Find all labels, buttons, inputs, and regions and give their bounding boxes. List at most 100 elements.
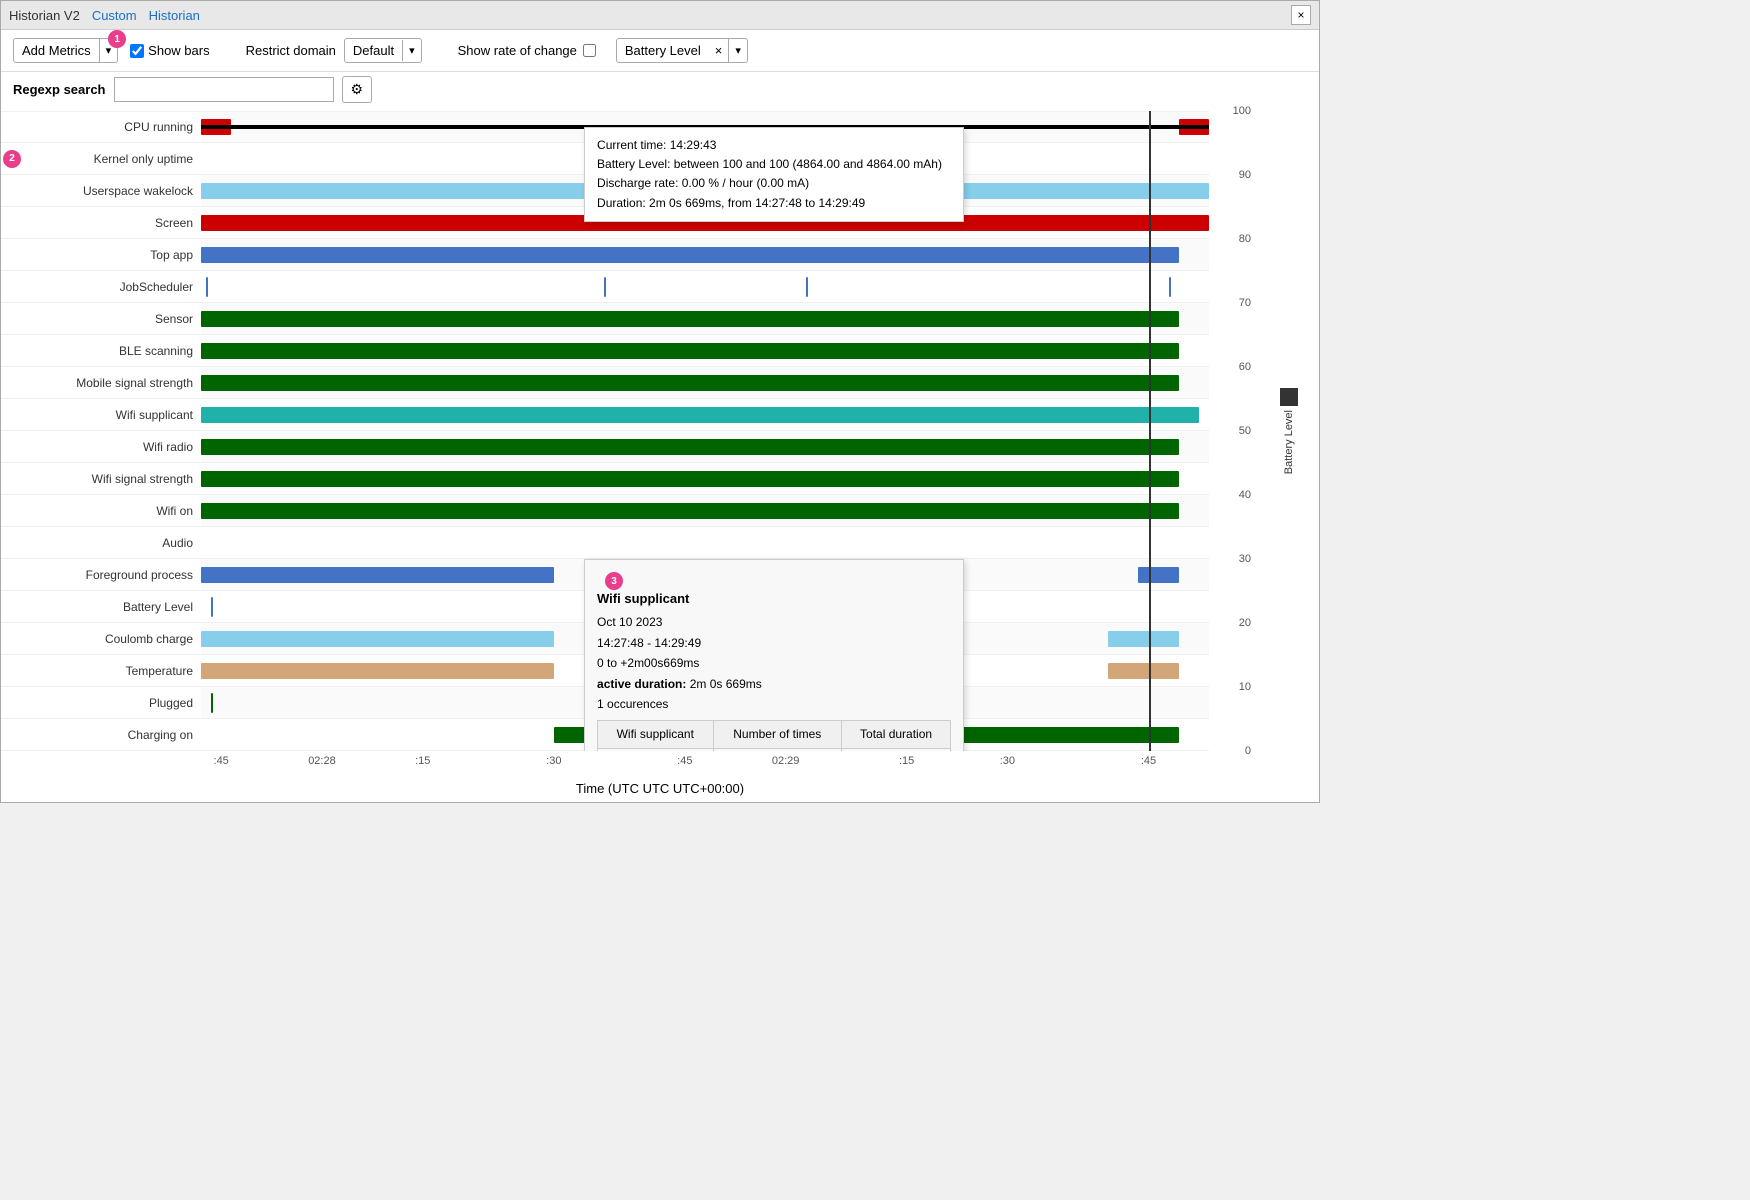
right-tick: 60: [1239, 361, 1251, 373]
x-tick: :45: [214, 755, 229, 767]
battery-level-remove[interactable]: ×: [709, 39, 730, 62]
y-label-17: Temperature: [1, 655, 201, 687]
y-label-12: Wifi on: [1, 495, 201, 527]
right-axis: 1009080706050403020100: [1209, 111, 1259, 751]
show-bars-checkbox[interactable]: [130, 44, 144, 58]
x-axis: :4502:28:15:30:4502:29:15:30:45: [201, 751, 1209, 779]
tooltip-bottom-line2: 14:27:48 - 14:29:49: [597, 633, 951, 653]
y-label-1: 2Kernel only uptime: [1, 143, 201, 175]
y-label-6: Sensor: [1, 303, 201, 335]
tooltip-bottom-occurrences: 1 occurences: [597, 694, 951, 714]
title-bar: Historian V2 Custom Historian ×: [1, 1, 1319, 30]
close-button[interactable]: ×: [1291, 5, 1311, 25]
add-metrics-badge: 1: [108, 30, 126, 48]
battery-level-arrow[interactable]: ▾: [729, 40, 747, 61]
bar-16: [1108, 631, 1179, 647]
y-label-4: Top app: [1, 239, 201, 271]
regexp-row: Regexp search ⚙: [1, 72, 1319, 111]
x-tick: :30: [546, 755, 561, 767]
bar-10: [201, 439, 1179, 455]
bar-18: [211, 693, 213, 713]
right-tick: 80: [1239, 233, 1251, 245]
y-label-0: CPU running: [1, 111, 201, 143]
x-tick: :15: [899, 755, 914, 767]
chart-row-10: [201, 431, 1209, 463]
y-label-7: BLE scanning: [1, 335, 201, 367]
x-tick: :45: [1141, 755, 1156, 767]
y-label-16: Coulomb charge: [1, 623, 201, 655]
chart-row-6: [201, 303, 1209, 335]
x-axis-area: :4502:28:15:30:4502:29:15:30:45: [1, 751, 1319, 779]
battery-level-label: Battery Level: [617, 39, 709, 62]
bar-14: [1138, 567, 1178, 583]
y-label-5: JobScheduler: [1, 271, 201, 303]
bar-17: [201, 663, 554, 679]
restrict-domain-value: Default: [345, 39, 402, 62]
x-tick: :45: [677, 755, 692, 767]
y-label-19: Charging on: [1, 719, 201, 751]
badge3: 3: [605, 572, 623, 590]
tooltip-top-line4: Duration: 2m 0s 669ms, from 14:27:48 to …: [597, 194, 951, 213]
right-tick: 100: [1233, 105, 1251, 117]
show-rate-checkbox[interactable]: [583, 44, 596, 57]
x-tick: 02:29: [772, 755, 800, 767]
chart-row-9: [201, 399, 1209, 431]
restrict-domain-label: Restrict domain: [246, 43, 336, 58]
toolbar: Add Metrics ▾ 1 Show bars Restrict domai…: [1, 30, 1319, 72]
tab-historian[interactable]: Historian: [149, 8, 200, 23]
restrict-domain-arrow[interactable]: ▾: [402, 40, 421, 61]
chart-row-11: [201, 463, 1209, 495]
chart-area: CPU running2Kernel only uptimeUserspace …: [1, 111, 1319, 751]
add-metrics-button[interactable]: Add Metrics: [13, 38, 100, 63]
right-tick: 0: [1245, 745, 1251, 757]
restrict-domain-select[interactable]: Default ▾: [344, 38, 422, 63]
tooltip-bottom-line1: Oct 10 2023: [597, 612, 951, 632]
tooltip-top-line1: Current time: 14:29:43: [597, 136, 951, 155]
chart-content: Current time: 14:29:43 Battery Level: be…: [201, 111, 1209, 751]
bar-9: [201, 407, 1199, 423]
bar-8: [201, 375, 1179, 391]
tooltip-top: Current time: 14:29:43 Battery Level: be…: [584, 127, 964, 222]
window-title: Historian V2: [9, 8, 80, 23]
x-tick: :30: [1000, 755, 1015, 767]
battery-legend-text: Battery Level: [1283, 410, 1295, 474]
y-label-13: Audio: [1, 527, 201, 559]
tooltip-bottom-active: active duration: 2m 0s 669ms: [597, 674, 951, 694]
y-label-15: Battery Level: [1, 591, 201, 623]
chart-row-4: [201, 239, 1209, 271]
chart-row-7: [201, 335, 1209, 367]
bar-7: [201, 343, 1179, 359]
tooltip-bottom-active-value: 2m 0s 669ms: [690, 677, 762, 691]
tab-custom[interactable]: Custom: [92, 8, 137, 23]
chart-row-13: [201, 527, 1209, 559]
bar-6: [201, 311, 1179, 327]
show-rate-toggle: Show rate of change: [458, 43, 596, 58]
time-cursor: [1149, 111, 1151, 751]
x-axis-right-spacer: [1209, 751, 1319, 779]
chart-row-5: [201, 271, 1209, 303]
right-tick: 10: [1239, 681, 1251, 693]
y-axis-labels: CPU running2Kernel only uptimeUserspace …: [1, 111, 201, 751]
show-bars-label: Show bars: [148, 43, 209, 58]
show-bars-toggle: Show bars: [130, 43, 209, 58]
battery-legend-icon: [1280, 388, 1298, 406]
x-tick: 02:28: [308, 755, 336, 767]
regexp-input[interactable]: [114, 77, 334, 102]
tooltip-bottom-title: Wifi supplicant: [597, 588, 951, 610]
show-rate-label: Show rate of change: [458, 43, 577, 58]
right-tick: 70: [1239, 297, 1251, 309]
tooltip-bottom-line3: 0 to +2m00s669ms: [597, 653, 951, 673]
tooltip-table: Wifi supplicantNumber of timesTotal dura…: [597, 720, 951, 751]
bar-5: [1169, 277, 1171, 297]
right-tick: 20: [1239, 617, 1251, 629]
battery-legend-area: Battery Level: [1259, 111, 1319, 751]
bar-5: [806, 277, 808, 297]
settings-button[interactable]: ⚙: [342, 76, 373, 103]
chart-row-12: [201, 495, 1209, 527]
y-label-9: Wifi supplicant: [1, 399, 201, 431]
y-label-3: Screen: [1, 207, 201, 239]
right-tick: 30: [1239, 553, 1251, 565]
right-tick: 50: [1239, 425, 1251, 437]
y-label-10: Wifi radio: [1, 431, 201, 463]
tooltip-top-line3: Discharge rate: 0.00 % / hour (0.00 mA): [597, 174, 951, 193]
